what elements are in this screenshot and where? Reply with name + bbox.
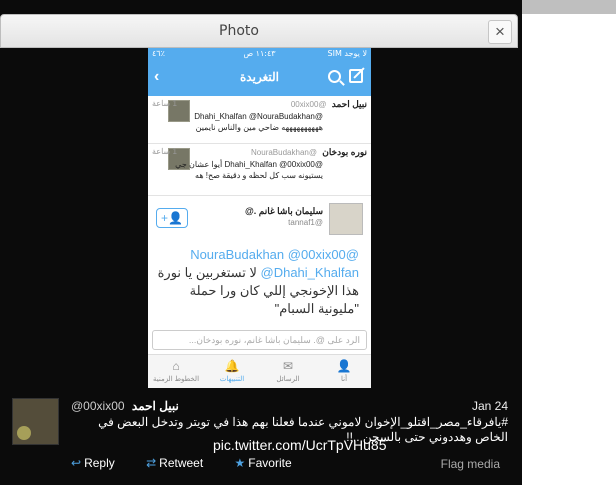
tweet-meta: نوره بودخان @NouraBudakhan 1 ساعة xyxy=(152,147,367,158)
tweet-item[interactable]: نوره بودخان @NouraBudakhan 1 ساعة @Dhahi… xyxy=(148,144,371,196)
favorite-button[interactable]: ★ Favorite xyxy=(235,456,306,470)
carrier-label: SIM ﻻ يوجد xyxy=(327,49,368,58)
media-link[interactable]: pic.twitter.com/UcrTpVHu85 xyxy=(213,437,387,453)
tab-label: أنا xyxy=(340,376,348,383)
search-icon[interactable] xyxy=(328,70,341,83)
tab-notifications[interactable]: 🔔 التنبيهات xyxy=(204,355,260,388)
reply-input[interactable]: الرد على @. سليمان باشا غانم، نوره بودخا… xyxy=(152,330,367,350)
tweet-name: نبيل احمد xyxy=(331,99,367,109)
main-tweet-text: @NouraBudakhan @00xix00 @Dhahi_Khalfan ل… xyxy=(154,246,359,318)
reply-icon: ↩ xyxy=(71,456,82,470)
tab-home[interactable]: ⌂ الخطوط الزمنية xyxy=(148,355,204,388)
tweet-meta: نبيل احمد @00xix00 1 ساعة xyxy=(152,99,367,110)
modal-title: Photo xyxy=(219,23,259,39)
stage: Photo × ٤٦٪ ١١:٤٣ ص SIM ﻻ يوجد ‹ التغريد… xyxy=(0,0,616,485)
ios-nav-bar: ‹ التغريدة xyxy=(148,60,371,96)
reply-button[interactable]: ↩ Reply xyxy=(71,456,129,470)
main-tweet: سليمان باشا غانم .@ @tannaf1 👤+ @NouraBu… xyxy=(148,196,371,324)
author-handle[interactable]: @00xix00 xyxy=(71,399,125,413)
retweet-icon: ⇄ xyxy=(146,456,157,470)
tweet-name: نوره بودخان xyxy=(322,147,367,157)
close-button[interactable]: × xyxy=(488,20,512,44)
favorite-label: Favorite xyxy=(248,456,292,470)
retweet-label: Retweet xyxy=(159,456,204,470)
tweet-actions: ↩ Reply ⇄ Retweet ★ Favorite xyxy=(71,456,320,470)
tab-label: التنبيهات xyxy=(219,376,245,383)
avatar[interactable] xyxy=(329,203,363,235)
modal-header: Photo × xyxy=(0,14,518,48)
avatar[interactable] xyxy=(12,398,59,445)
person-icon: 👤 xyxy=(336,359,352,373)
tab-messages[interactable]: ✉ الرسائل xyxy=(260,355,316,388)
tweet-text: @Dhahi_Khalfan @NouraBudakhan هههههههههه… xyxy=(194,112,323,132)
tab-label: الرسائل xyxy=(276,376,300,383)
home-icon: ⌂ xyxy=(172,359,180,373)
tab-label: الخطوط الزمنية xyxy=(152,376,200,383)
tweet-time: 1 ساعة xyxy=(152,99,177,108)
tweet-handle: @00xix00 xyxy=(290,100,327,109)
follow-button[interactable]: 👤+ xyxy=(156,208,188,228)
mention-link[interactable]: @Dhahi_Khalfan xyxy=(261,265,359,280)
phone-screenshot[interactable]: ٤٦٪ ١١:٤٣ ص SIM ﻻ يوجد ‹ التغريدة نبيل ا… xyxy=(148,48,371,388)
retweet-button[interactable]: ⇄ Retweet xyxy=(146,456,217,470)
tweet-text: @Dhahi_Khalfan @00xix00 أيوا عشان جي يست… xyxy=(175,160,323,180)
flag-media-link[interactable]: Flag media xyxy=(441,457,500,471)
compose-icon[interactable] xyxy=(349,69,363,83)
tweet-author[interactable]: @00xix00 نبيل احمد xyxy=(71,399,179,413)
ios-status-bar: ٤٦٪ ١١:٤٣ ص SIM ﻻ يوجد xyxy=(148,48,371,60)
author-name[interactable]: نبيل احمد xyxy=(132,399,179,413)
ios-tab-bar: ⌂ الخطوط الزمنية 🔔 التنبيهات ✉ الرسائل 👤… xyxy=(148,354,371,388)
star-icon: ★ xyxy=(234,456,246,470)
main-tweet-handle: @tannaf1 xyxy=(288,218,323,227)
mention-link[interactable]: @00xix00 xyxy=(288,247,346,262)
reply-label: Reply xyxy=(84,456,115,470)
bell-icon: 🔔 xyxy=(224,359,240,373)
main-tweet-name: سليمان باشا غانم .@ xyxy=(244,206,323,216)
envelope-icon: ✉ xyxy=(282,359,294,373)
tweet-handle: @NouraBudakhan xyxy=(251,148,317,157)
tab-me[interactable]: 👤 أنا xyxy=(316,355,371,388)
tweet-footer: @00xix00 نبيل احمد Jan 24 #يافرقاء_مصر_ا… xyxy=(0,388,522,485)
tweet-date[interactable]: Jan 24 xyxy=(472,399,508,413)
tweet-item[interactable]: نبيل احمد @00xix00 1 ساعة @Dhahi_Khalfan… xyxy=(148,96,371,144)
tweet-time: 1 ساعة xyxy=(152,147,177,156)
